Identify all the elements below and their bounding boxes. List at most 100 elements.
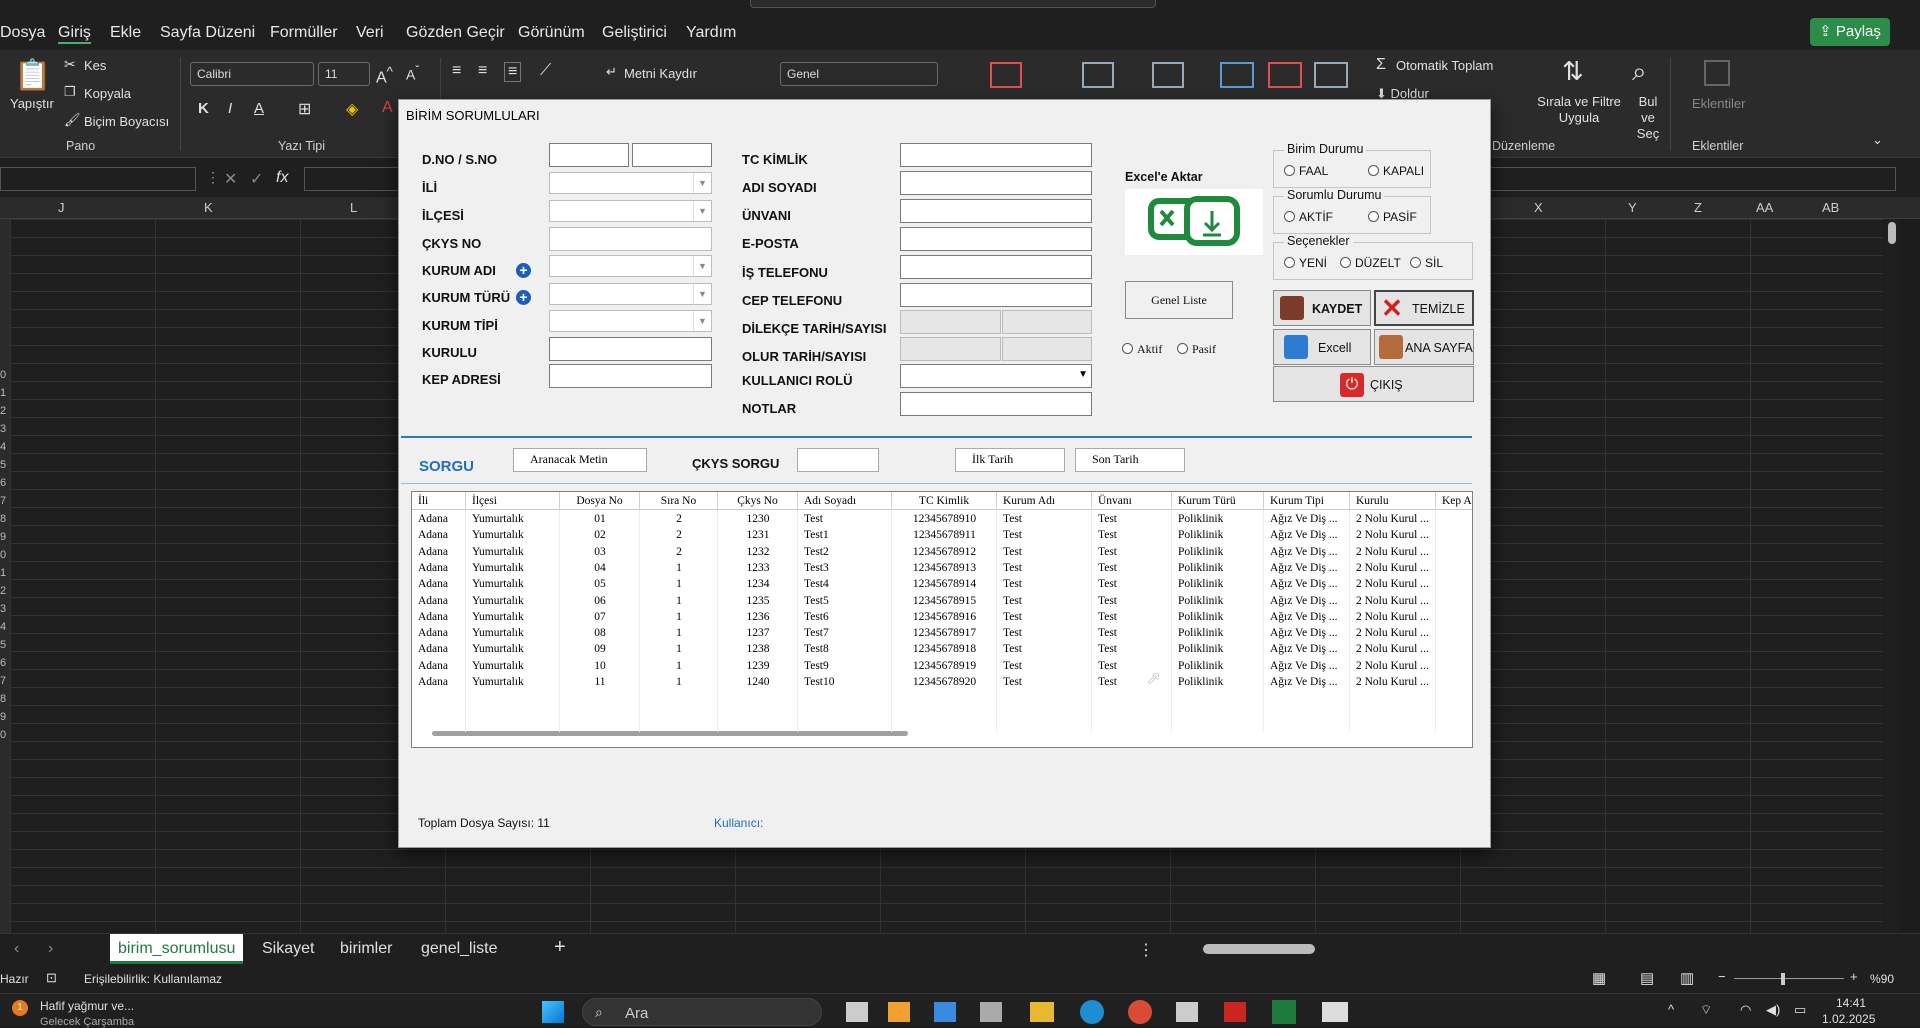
dropdown-arrow-icon[interactable]: ▼ [693,256,711,276]
column-header-y[interactable]: Y [1628,200,1637,215]
app-icon[interactable] [980,1002,1002,1022]
row-number[interactable]: 5 [0,639,6,651]
sheet-tab-birimler[interactable]: birimler [340,940,392,958]
row-number[interactable]: 9 [0,531,6,543]
column-header-ab[interactable]: AB [1822,200,1839,215]
add-kurum-adi-icon[interactable]: + [516,263,531,278]
last-date-input[interactable]: Son Tarih [1075,448,1185,472]
records-table[interactable]: İli İlçesi Dosya No Sıra No Çkys No Adı Soyad… [411,491,1473,748]
font-name-select[interactable]: Calibri [190,62,314,86]
clear-button[interactable]: ✕ TEMİZLE [1374,290,1474,326]
row-number[interactable]: 0 [0,549,6,561]
vertical-scrollbar[interactable] [1884,219,1900,933]
row-number[interactable]: 2 [0,405,6,417]
horizontal-scroll-thumb[interactable] [1203,944,1315,954]
radio-sil[interactable]: SİL [1410,256,1443,270]
italic-button[interactable]: I [228,100,232,117]
column-header[interactable]: İli [412,492,466,510]
format-cells-icon[interactable] [1314,62,1348,88]
ribbon-collapse-icon[interactable]: ⌄ [1872,132,1883,148]
weather-text[interactable]: Hafif yağmur ve... [40,999,134,1013]
excel-button[interactable]: Excell [1273,329,1371,365]
filezilla-icon[interactable] [1224,1002,1246,1022]
kep-adresi-input[interactable] [549,364,712,388]
row-number[interactable]: 4 [0,621,6,633]
app-icon[interactable] [1322,1002,1348,1022]
sira-no-input[interactable] [632,143,712,167]
format-painter-button[interactable]: Biçim Boyacısı [84,114,169,129]
unvani-input[interactable] [900,199,1092,223]
vertical-scroll-thumb[interactable] [1888,222,1896,244]
sort-filter-button[interactable]: Sırala ve Filtre Uygula [1536,94,1622,126]
file-explorer-icon[interactable] [1030,1002,1054,1022]
dilekce-sayi-input[interactable] [1002,310,1092,334]
page-break-view-icon[interactable]: ▥ [1680,969,1694,987]
menu-home[interactable]: Giriş [58,24,91,44]
is-telefonu-input[interactable] [900,255,1092,279]
table-horizontal-scroll-thumb[interactable] [432,731,908,736]
first-date-input[interactable]: İlk Tarih [955,448,1065,472]
windows-start-icon[interactable] [542,1001,564,1023]
page-layout-view-icon[interactable]: ▤ [1640,969,1654,987]
wrap-text-button[interactable]: Metni Kaydır [624,66,697,81]
addins-icon[interactable] [1704,60,1730,86]
exit-button[interactable]: ⏻ ÇIKIŞ [1273,366,1474,402]
olur-sayi-input[interactable] [1002,337,1092,361]
task-view-icon[interactable] [846,1002,868,1022]
row-number[interactable]: 4 [0,441,6,453]
excel-export-button[interactable] [1125,189,1263,255]
dropdown-arrow-icon[interactable]: ▼ [693,311,711,331]
column-header[interactable]: TC Kimlik [892,492,997,510]
column-header-aa[interactable]: AA [1756,200,1773,215]
menu-insert[interactable]: Ekle [110,24,141,42]
app-icon[interactable] [888,1002,910,1022]
next-sheet-icon[interactable]: › [48,940,53,958]
table-row[interactable]: Adana Yumurtalık 08 1 1237 Test7 12345678917 Te… [412,625,1472,641]
row-number[interactable]: 9 [0,711,6,723]
number-format-select[interactable]: Genel [780,62,938,86]
format-table-icon[interactable] [1082,62,1114,88]
radio-yeni[interactable]: YENİ [1284,256,1327,270]
eposta-input[interactable] [900,227,1092,251]
row-number[interactable]: 6 [0,477,6,489]
normal-view-icon[interactable]: ▦ [1592,969,1606,987]
zoom-out-icon[interactable]: − [1718,969,1726,984]
tray-chevron-icon[interactable]: ^ [1668,1002,1674,1017]
title-search-box[interactable] [750,0,1156,8]
name-box[interactable] [0,167,196,191]
ckys-no-input[interactable] [549,227,712,251]
row-number[interactable]: 7 [0,495,6,507]
table-row[interactable]: Adana Yumurtalık 10 1 1239 Test9 12345678919 Te… [412,658,1472,674]
row-number[interactable]: 7 [0,675,6,687]
share-button[interactable]: ⇪ Paylaş [1810,18,1890,46]
save-button[interactable]: KAYDET [1273,290,1371,326]
table-row[interactable]: Adana Yumurtalık 01 2 1230 Test 12345678910 Tes… [412,511,1472,527]
column-header[interactable]: Adı Soyadı [798,492,892,510]
menu-file[interactable]: Dosya [0,24,45,42]
row-number[interactable]: 8 [0,693,6,705]
dropdown-arrow-icon[interactable]: ▼ [693,284,711,304]
table-row[interactable]: Adana Yumurtalık 07 1 1236 Test6 12345678916 Te… [412,609,1472,625]
app-icon[interactable] [1176,1002,1198,1022]
confirm-formula-icon[interactable]: ✓ [250,169,263,189]
table-row[interactable]: Adana Yumurtalık 05 1 1234 Test4 12345678914 Te… [412,576,1472,592]
cancel-formula-icon[interactable]: ✕ [224,169,237,189]
wifi-icon[interactable]: ◠ [1740,1002,1751,1018]
conditional-format-icon[interactable] [990,62,1022,88]
dropdown-arrow-icon[interactable]: ▼ [693,173,711,193]
chrome-icon[interactable] [1128,1000,1152,1024]
dropdown-arrow-icon[interactable]: ▼ [1078,369,1088,380]
radio-faal[interactable]: FAAL [1284,164,1328,178]
dropdown-arrow-icon[interactable]: ▼ [693,201,711,221]
menu-help[interactable]: Yardım [686,24,736,42]
copy-button[interactable]: Kopyala [84,86,131,101]
borders-icon[interactable]: ⊞ [298,99,311,119]
general-list-button[interactable]: Genel Liste [1125,281,1233,319]
tab-options-icon[interactable]: ⋮ [1138,940,1154,960]
edge-icon[interactable] [1080,1000,1104,1024]
column-header[interactable]: Çkys No [718,492,798,510]
radio-aktif-status[interactable]: AKTİF [1284,210,1333,224]
prev-sheet-icon[interactable]: ‹ [14,940,19,958]
il-select[interactable]: ▼ [549,172,712,194]
table-row[interactable]: Adana Yumurtalık 11 1 1240 Test10 12345678920 T… [412,674,1472,690]
